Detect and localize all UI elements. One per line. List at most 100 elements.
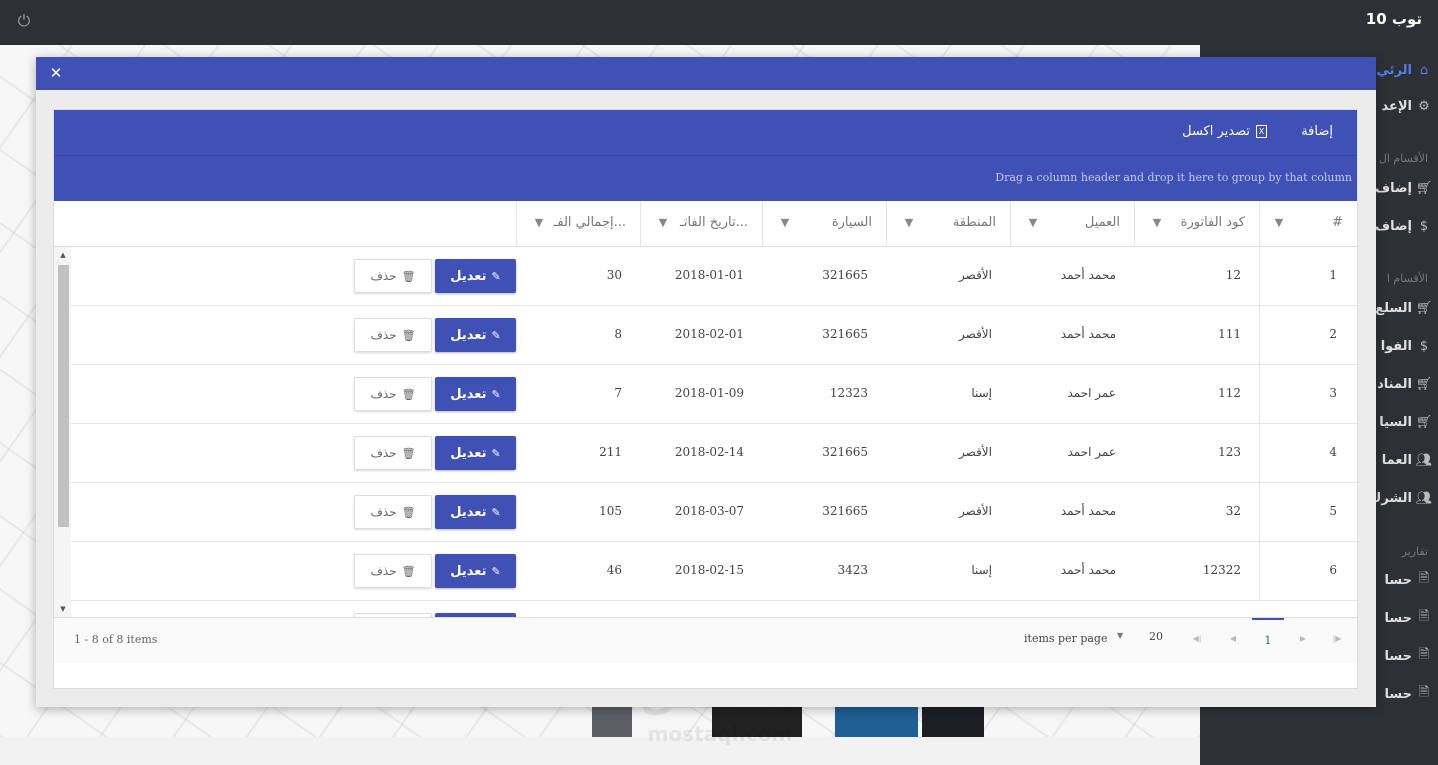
cart-icon: 🛒︎ (1415, 300, 1433, 316)
delete-button[interactable]: حذف 🗑︎ (354, 554, 432, 588)
first-page-icon[interactable]: ◀︎| (1190, 632, 1204, 646)
filter-icon[interactable]: ▼ (1272, 217, 1286, 229)
scroll-thumb[interactable] (58, 265, 69, 527)
sidebar-item-label: حسا (1384, 648, 1412, 664)
pencil-icon: ✎ (491, 505, 501, 519)
items-per-page-label: items per page (1024, 632, 1108, 645)
add-button[interactable]: إضافة (1301, 124, 1333, 139)
export-excel-button[interactable]: X تصدير اكسل (1182, 124, 1267, 139)
table-row[interactable] (71, 601, 1357, 617)
cell-car: 12323 (829, 386, 868, 400)
trash-icon: 🗑︎ (401, 328, 416, 342)
close-icon[interactable]: ✕ (48, 64, 64, 82)
sidebar-item-label: إضاف (1374, 180, 1412, 196)
scroll-up-icon[interactable]: ▲ (58, 250, 68, 260)
table-row[interactable]: 2 111 محمد أحمد الأقصر 321665 2018-02-01 8 تعدي… (71, 306, 1357, 365)
sidebar-item[interactable]: 🗎 حسا (1384, 647, 1432, 664)
delete-button[interactable]: حذف 🗑︎ (354, 495, 432, 529)
cell-code: 32 (1225, 504, 1241, 518)
column-header-label: السيارة (831, 215, 872, 230)
column-header-code[interactable]: كود الفاتورة ▼ (1134, 201, 1259, 247)
sidebar-item[interactable]: 🗎 حسا (1384, 685, 1432, 702)
cell-total: 211 (599, 445, 622, 459)
table-row[interactable]: 4 123 عمر احمد الأقصر 321665 2018-02-14 211 تعد… (71, 424, 1357, 483)
column-header-idx[interactable]: # ▼ (1259, 201, 1357, 247)
edit-button-label: تعديل (450, 504, 487, 520)
cell-idx: 6 (1329, 563, 1337, 577)
column-header-region[interactable]: المنطقة ▼ (886, 201, 1010, 247)
edit-button[interactable]: تعديل ✎ (435, 495, 516, 529)
sidebar-item[interactable]: ⚙ الإعد (1381, 98, 1432, 114)
chevron-down-icon[interactable]: ▼ (1117, 631, 1123, 640)
column-header-client[interactable]: العميل ▼ (1010, 201, 1134, 247)
edit-button[interactable]: تعديل ✎ (435, 259, 516, 293)
cell-idx: 1 (1329, 268, 1337, 282)
delete-button[interactable]: حذف 🗑︎ (354, 259, 432, 293)
column-header-car[interactable]: السيارة ▼ (762, 201, 886, 247)
row-divider (1259, 424, 1260, 483)
last-page-icon[interactable]: |▶︎ (1330, 632, 1344, 646)
page-number-current[interactable]: 1 (1252, 618, 1284, 663)
pencil-icon: ✎ (491, 328, 501, 342)
scene-block (835, 705, 918, 737)
sidebar-item-label: الرئي (1376, 62, 1412, 78)
edit-button[interactable]: تعديل ✎ (435, 436, 516, 470)
filter-icon[interactable]: ▼ (1150, 217, 1164, 229)
cell-car: 321665 (822, 504, 868, 518)
vertical-scrollbar[interactable]: ▲ ▼ (54, 247, 71, 617)
cart-icon: 🛒︎ (1415, 414, 1433, 430)
sidebar-item[interactable]: 👥︎ العما (1381, 452, 1433, 468)
sidebar-item[interactable]: 🗎 حسا (1385, 571, 1432, 588)
trash-icon: 🗑︎ (401, 387, 416, 401)
sidebar-item-label: إضاف (1374, 218, 1412, 234)
sidebar-item[interactable]: 🛒︎ السيا (1379, 414, 1432, 430)
cell-region: الأقصر (959, 268, 992, 282)
cell-code: 12 (1225, 268, 1241, 282)
next-page-icon[interactable]: ▶︎ (1296, 632, 1310, 646)
cell-total: 105 (599, 504, 622, 518)
table-row[interactable]: 1 12 محمد أحمد الأقصر 321665 2018-01-01 30 تعدي… (71, 247, 1357, 306)
sidebar-item[interactable]: 🛒︎ السلع (1375, 300, 1432, 316)
edit-button[interactable]: تعديل ✎ (435, 318, 516, 352)
sidebar-item[interactable]: 🛒︎ المناد (1377, 376, 1432, 392)
row-divider (1259, 306, 1260, 365)
delete-button[interactable]: حذف 🗑︎ (354, 436, 432, 470)
sidebar-item-label: حسا (1384, 686, 1412, 702)
delete-button[interactable]: حذف 🗑︎ (354, 318, 432, 352)
column-header-date[interactable]: تاريخ الفاتـ... ▼ (640, 201, 762, 247)
table-row[interactable]: 5 32 محمد أحمد الأقصر 321665 2018-03-07 105 تعد… (71, 483, 1357, 542)
cell-total: 8 (614, 327, 622, 341)
sidebar-item-label: العما (1381, 452, 1412, 468)
filter-icon[interactable]: ▼ (532, 217, 546, 229)
dollar-icon: $ (1419, 338, 1429, 354)
filter-icon[interactable]: ▼ (656, 217, 670, 229)
filter-icon[interactable]: ▼ (902, 217, 916, 229)
sidebar-item-label: المناد (1377, 376, 1412, 392)
table-row[interactable]: 6 12322 محمد أحمد إسنا 3423 2018-02-15 46 تعديل… (71, 542, 1357, 601)
sidebar-item[interactable]: $ إضاف (1375, 218, 1432, 234)
scroll-down-icon[interactable]: ▼ (58, 604, 68, 614)
edit-button[interactable]: تعديل ✎ (435, 377, 516, 411)
sidebar-item-label: السيا (1379, 414, 1412, 430)
prev-page-icon[interactable]: ◀︎ (1226, 632, 1240, 646)
sidebar-item[interactable]: 👥︎ الشرك (1369, 490, 1432, 506)
sidebar-item[interactable]: $ الفوا (1381, 338, 1432, 354)
delete-button[interactable]: حذف 🗑︎ (354, 377, 432, 411)
table-row[interactable]: 3 112 عمر احمد إسنا 12323 2018-01-09 7 تعديل ✎ حذ… (71, 365, 1357, 424)
cell-code: 12322 (1202, 563, 1241, 577)
filter-icon[interactable]: ▼ (1026, 217, 1040, 229)
cell-region: إسنا (971, 386, 992, 400)
sidebar-item[interactable]: 🛒︎ إضاف (1375, 180, 1432, 196)
edit-button[interactable]: تعديل ✎ (435, 554, 516, 588)
sidebar-item-label: الفوا (1380, 338, 1412, 354)
column-header-total[interactable]: إجمالي الفـ... ▼ (516, 201, 640, 247)
cell-code: 112 (1218, 386, 1241, 400)
filter-icon[interactable]: ▼ (778, 217, 792, 229)
power-icon[interactable]: ⏻ (14, 11, 34, 31)
cell-idx: 3 (1329, 386, 1337, 400)
group-panel[interactable]: Drag a column header and drop it here to… (54, 156, 1357, 201)
page-size-select[interactable]: 20 (1149, 630, 1163, 643)
cell-client: محمد أحمد (1060, 327, 1116, 341)
sidebar-item[interactable]: 🗎 حسا (1385, 609, 1432, 626)
sidebar-item[interactable]: ⌂ الرئي (1377, 62, 1432, 78)
